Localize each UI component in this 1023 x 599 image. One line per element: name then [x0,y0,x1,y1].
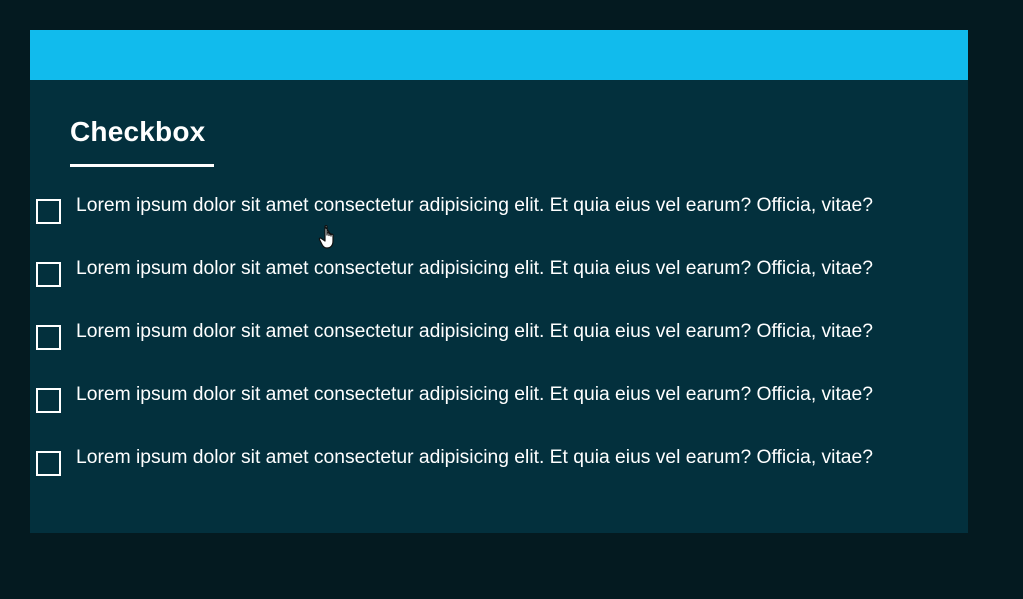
checkbox[interactable] [36,387,61,413]
checkbox-item[interactable]: Lorem ipsum dolor sit amet consectetur a… [36,176,873,239]
checkbox-item[interactable]: Lorem ipsum dolor sit amet consectetur a… [36,365,873,428]
checkbox-label[interactable]: Lorem ipsum dolor sit amet consectetur a… [76,322,873,342]
checkbox-item[interactable]: Lorem ipsum dolor sit amet consectetur a… [36,239,873,302]
checkbox[interactable] [36,450,61,476]
checkbox-item[interactable]: Lorem ipsum dolor sit amet consectetur a… [36,428,873,491]
checkbox[interactable] [36,324,61,350]
checkbox-label[interactable]: Lorem ipsum dolor sit amet consectetur a… [76,448,873,468]
title-underline [70,164,214,167]
checkbox[interactable] [36,261,61,287]
checkbox-item[interactable]: Lorem ipsum dolor sit amet consectetur a… [36,302,873,365]
checkbox-label[interactable]: Lorem ipsum dolor sit amet consectetur a… [76,259,873,279]
checkbox-list: Lorem ipsum dolor sit amet consectetur a… [36,176,873,491]
page-title: Checkbox [70,116,206,147]
checkbox-label[interactable]: Lorem ipsum dolor sit amet consectetur a… [76,385,873,405]
card-header-bar [30,30,968,80]
checkbox-label[interactable]: Lorem ipsum dolor sit amet consectetur a… [76,196,873,216]
checkbox[interactable] [36,198,61,224]
